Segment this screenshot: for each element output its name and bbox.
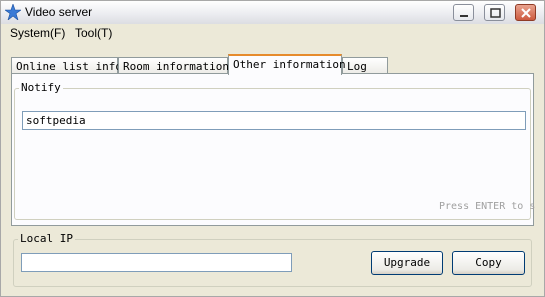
notify-input[interactable]: softpedia (22, 111, 526, 130)
menu-system[interactable]: System(F) (10, 26, 65, 40)
maximize-button[interactable] (484, 4, 505, 21)
menu-bar: System(F) Tool(T) (1, 24, 544, 42)
tab-panel-other-information: Notify softpedia Press ENTER to s (11, 73, 535, 226)
copy-button[interactable]: Copy (452, 251, 525, 275)
upgrade-button[interactable]: Upgrade (371, 251, 443, 275)
title-bar[interactable]: Video server (1, 1, 544, 25)
local-ip-groupbox: Local IP Upgrade Copy (13, 232, 532, 287)
local-ip-label: Local IP (18, 232, 75, 245)
minimize-button[interactable] (453, 4, 474, 21)
close-button[interactable] (515, 4, 536, 21)
tab-room-information[interactable]: Room information (118, 57, 229, 74)
app-icon (5, 4, 21, 20)
tab-online-list-info[interactable]: Online list info (11, 57, 122, 74)
minimize-icon (460, 15, 468, 17)
tab-log[interactable]: Log (342, 57, 388, 74)
notify-label: Notify (19, 81, 63, 94)
local-ip-input[interactable] (21, 253, 292, 272)
notify-hint: Press ENTER to s (439, 201, 536, 212)
window-title: Video server (25, 5, 93, 19)
menu-tool[interactable]: Tool(T) (75, 26, 112, 40)
close-icon (521, 8, 531, 18)
tab-other-information[interactable]: Other information (228, 54, 346, 75)
maximize-icon (490, 8, 501, 18)
video-server-window: Video server System(F) Tool(T) Online li… (0, 0, 545, 297)
notify-groupbox: Notify softpedia Press ENTER to s (14, 81, 535, 220)
